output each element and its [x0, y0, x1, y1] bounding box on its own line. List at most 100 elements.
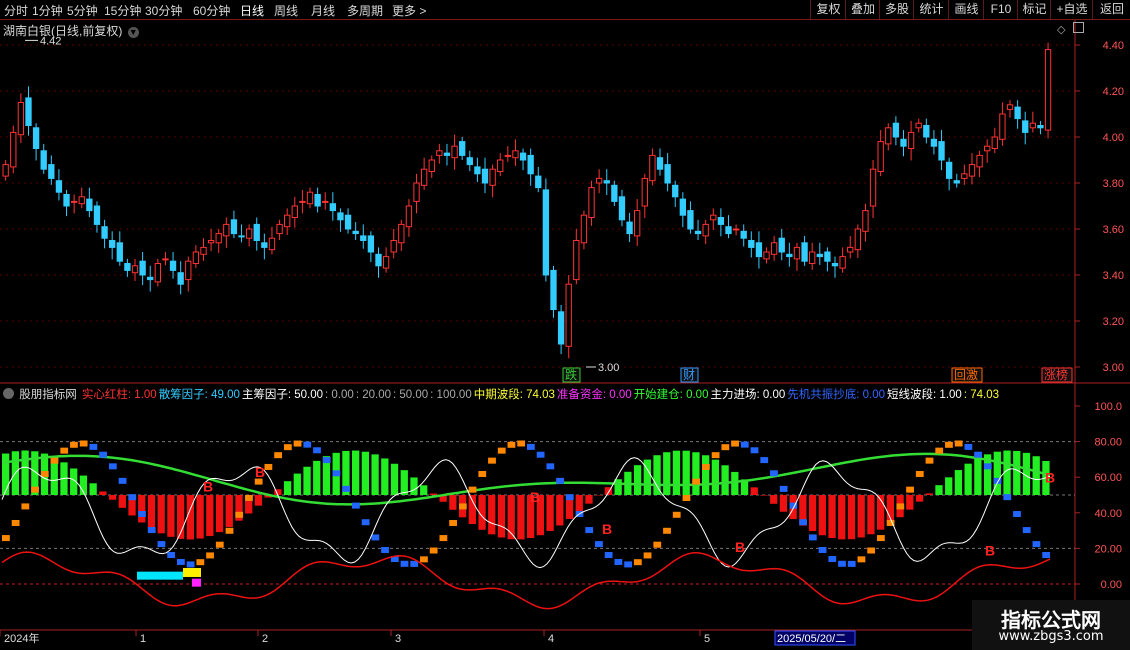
histogram-bar [400, 470, 408, 495]
histogram-bar [935, 485, 943, 495]
candle-body [93, 205, 101, 225]
window-icon[interactable] [1072, 22, 1084, 33]
event-marker-1[interactable]: 财 [683, 368, 695, 382]
period-tab-1[interactable]: 1分钟 [32, 2, 63, 19]
candle-body [398, 223, 405, 244]
wave-block [546, 463, 555, 470]
candle-body [291, 205, 298, 218]
candle-body [268, 237, 276, 251]
candle-body [154, 263, 162, 283]
wave-block [196, 559, 205, 566]
toolbar-button-3[interactable]: 统计 [913, 0, 949, 19]
period-tab-10[interactable]: 更多 > [392, 2, 426, 19]
period-tab-4[interactable]: 30分钟 [145, 2, 182, 19]
histogram-bar [449, 495, 457, 510]
period-tab-6[interactable]: 日线 [240, 2, 264, 19]
toolbar-button-0[interactable]: 复权 [810, 0, 846, 19]
toolbar-button-1[interactable]: 叠加 [845, 0, 880, 19]
candle-body [877, 141, 884, 172]
wave-block [692, 478, 701, 485]
wave-block [954, 440, 963, 447]
candle-body [519, 152, 527, 161]
histogram-bar [945, 477, 953, 495]
indicator-tick-label: 20.00 [1094, 543, 1122, 555]
period-tab-3[interactable]: 15分钟 [104, 2, 141, 19]
event-marker-0[interactable]: 跌 [565, 367, 577, 382]
wave-block [614, 558, 623, 565]
wave-block [760, 457, 769, 464]
wave-block [50, 457, 59, 464]
toolbar-button-6[interactable]: 标记 [1017, 0, 1051, 19]
wave-block [731, 440, 739, 447]
dropdown-icon[interactable]: ▼ [127, 27, 139, 38]
price-tick-label: 3.60 [1103, 224, 1124, 236]
wave-block [264, 463, 273, 470]
period-tab-0[interactable]: 分时 [4, 2, 28, 19]
candle-body [991, 136, 998, 149]
candle-body [968, 164, 976, 177]
histogram-bar [381, 458, 389, 495]
chart-area[interactable]: 4.423.00跌财回激 涨榜 4.404.204.003.803.603.403… [0, 20, 1130, 650]
signal-block-cyan [137, 571, 183, 580]
toolbar-button-4[interactable]: 画线 [948, 0, 984, 19]
candle-body [32, 127, 40, 150]
candle-body [710, 214, 717, 221]
wave-block [565, 494, 574, 501]
indicator-name[interactable]: 股朋指标网 [19, 389, 77, 401]
histogram-bar [974, 458, 982, 495]
histogram-bar [692, 452, 700, 495]
candle-body [86, 198, 93, 212]
wave-block [420, 556, 428, 563]
period-tab-2[interactable]: 5分钟 [67, 2, 98, 19]
indicator-values: 实心红柱: 1.00 散筹因子: 49.00 主筹因子: 50.00: 0.00: … [82, 389, 1001, 401]
toolbar-button-5[interactable]: F10 [983, 0, 1018, 19]
buy-marker-1: B [255, 464, 265, 480]
histogram-bar [390, 463, 399, 495]
price-tick-label: 3.00 [1103, 362, 1124, 374]
diamond-icon[interactable]: ◇ [1057, 24, 1065, 36]
price-tick-label: 4.40 [1103, 40, 1124, 52]
wave-block [108, 463, 117, 470]
candle-body [565, 283, 572, 347]
event-marker-3[interactable]: 涨榜 [1044, 367, 1068, 382]
wave-block [449, 519, 457, 526]
wave-block [595, 541, 603, 548]
price-tick-label: 4.20 [1103, 86, 1124, 98]
candle-body [702, 223, 709, 237]
wave-block [808, 534, 817, 541]
histogram-bar [99, 491, 107, 495]
chart-grid [0, 20, 1130, 631]
wave-block [838, 560, 846, 567]
period-tab-8[interactable]: 月线 [311, 2, 335, 19]
wave-block [799, 519, 807, 526]
time-axis: 2024年 1 2 3 4 5 2025/05/20/二 [0, 630, 856, 646]
event-marker-2[interactable]: 回激 [954, 368, 978, 382]
candle-body [938, 141, 945, 161]
settings-icon[interactable] [3, 388, 14, 399]
toolbar-button-8[interactable]: 返回 [1092, 0, 1130, 19]
candle-body [786, 253, 793, 258]
candle-body [200, 246, 207, 255]
candle-body [557, 311, 565, 345]
wave-block [157, 541, 166, 548]
period-tab-5[interactable]: 60分钟 [193, 2, 230, 19]
candle-body [1029, 122, 1037, 129]
candle-body [40, 150, 47, 170]
wave-block [556, 477, 564, 484]
candle-body [770, 242, 778, 255]
candle-body [337, 212, 344, 221]
period-tab-9[interactable]: 多周期 [347, 2, 383, 19]
candle-body [223, 223, 230, 237]
wave-block [138, 511, 146, 518]
candle-body [976, 154, 983, 168]
candle-body [207, 240, 215, 244]
toolbar-button-2[interactable]: 多股 [879, 0, 914, 19]
candle-body [634, 210, 641, 237]
period-tab-7[interactable]: 周线 [274, 2, 298, 19]
candle-body [497, 159, 504, 172]
candle-body [390, 240, 397, 253]
wave-block [303, 441, 312, 448]
candle-body [474, 166, 481, 175]
wave-block [89, 443, 98, 450]
toolbar-button-7[interactable]: +自选 [1050, 0, 1093, 19]
